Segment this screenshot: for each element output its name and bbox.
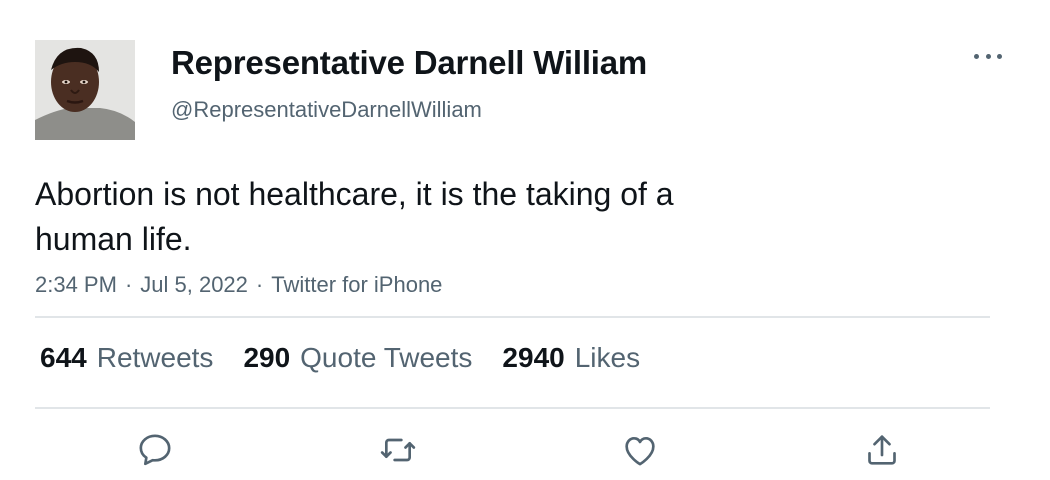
reply-button[interactable]	[133, 428, 177, 472]
meta-separator: ·	[124, 272, 133, 297]
divider	[35, 316, 990, 318]
retweets-count: 644	[40, 342, 87, 373]
quote-tweets-label: Quote Tweets	[300, 342, 473, 373]
more-options-icon[interactable]	[970, 46, 1006, 66]
tweet-text-line: Abortion is not healthcare, it is the ta…	[35, 176, 674, 212]
tweet-source[interactable]: Twitter for iPhone	[271, 272, 442, 298]
avatar-photo	[35, 40, 135, 140]
dot	[985, 53, 991, 59]
likes-count: 2940	[502, 342, 565, 373]
like-button[interactable]	[618, 428, 662, 472]
tweet-time[interactable]: 2:34 PM	[35, 272, 117, 298]
retweet-icon	[380, 438, 416, 462]
meta-separator: ·	[255, 272, 264, 297]
quote-tweets-count: 290	[243, 342, 291, 373]
like-icon	[625, 437, 655, 466]
retweet-button[interactable]	[376, 428, 420, 472]
reply-icon	[139, 434, 171, 466]
dot	[997, 53, 1002, 59]
share-button[interactable]	[860, 428, 904, 472]
retweets-label: Retweets	[96, 342, 214, 373]
display-name[interactable]: Representative Darnell William	[171, 44, 647, 82]
likes-stat[interactable]: 2940 Likes	[502, 342, 640, 374]
divider	[35, 407, 990, 409]
user-handle[interactable]: @RepresentativeDarnellWilliam	[171, 97, 482, 123]
tweet-text-line: human life.	[35, 221, 192, 257]
dot	[974, 53, 979, 59]
share-icon	[868, 435, 896, 465]
tweet-card: Representative Darnell William @Represen…	[0, 0, 1050, 480]
retweets-stat[interactable]: 644 Retweets	[40, 342, 213, 374]
tweet-text: Abortion is not healthcare, it is the ta…	[35, 172, 795, 262]
engagement-stats: 644 Retweets 290 Quote Tweets 2940 Likes	[40, 342, 640, 374]
avatar[interactable]	[35, 40, 135, 140]
quote-tweets-stat[interactable]: 290 Quote Tweets	[243, 342, 472, 374]
likes-label: Likes	[574, 342, 641, 373]
tweet-meta: 2:34 PM · Jul 5, 2022 · Twitter for iPho…	[35, 272, 442, 298]
tweet-date[interactable]: Jul 5, 2022	[140, 272, 248, 298]
